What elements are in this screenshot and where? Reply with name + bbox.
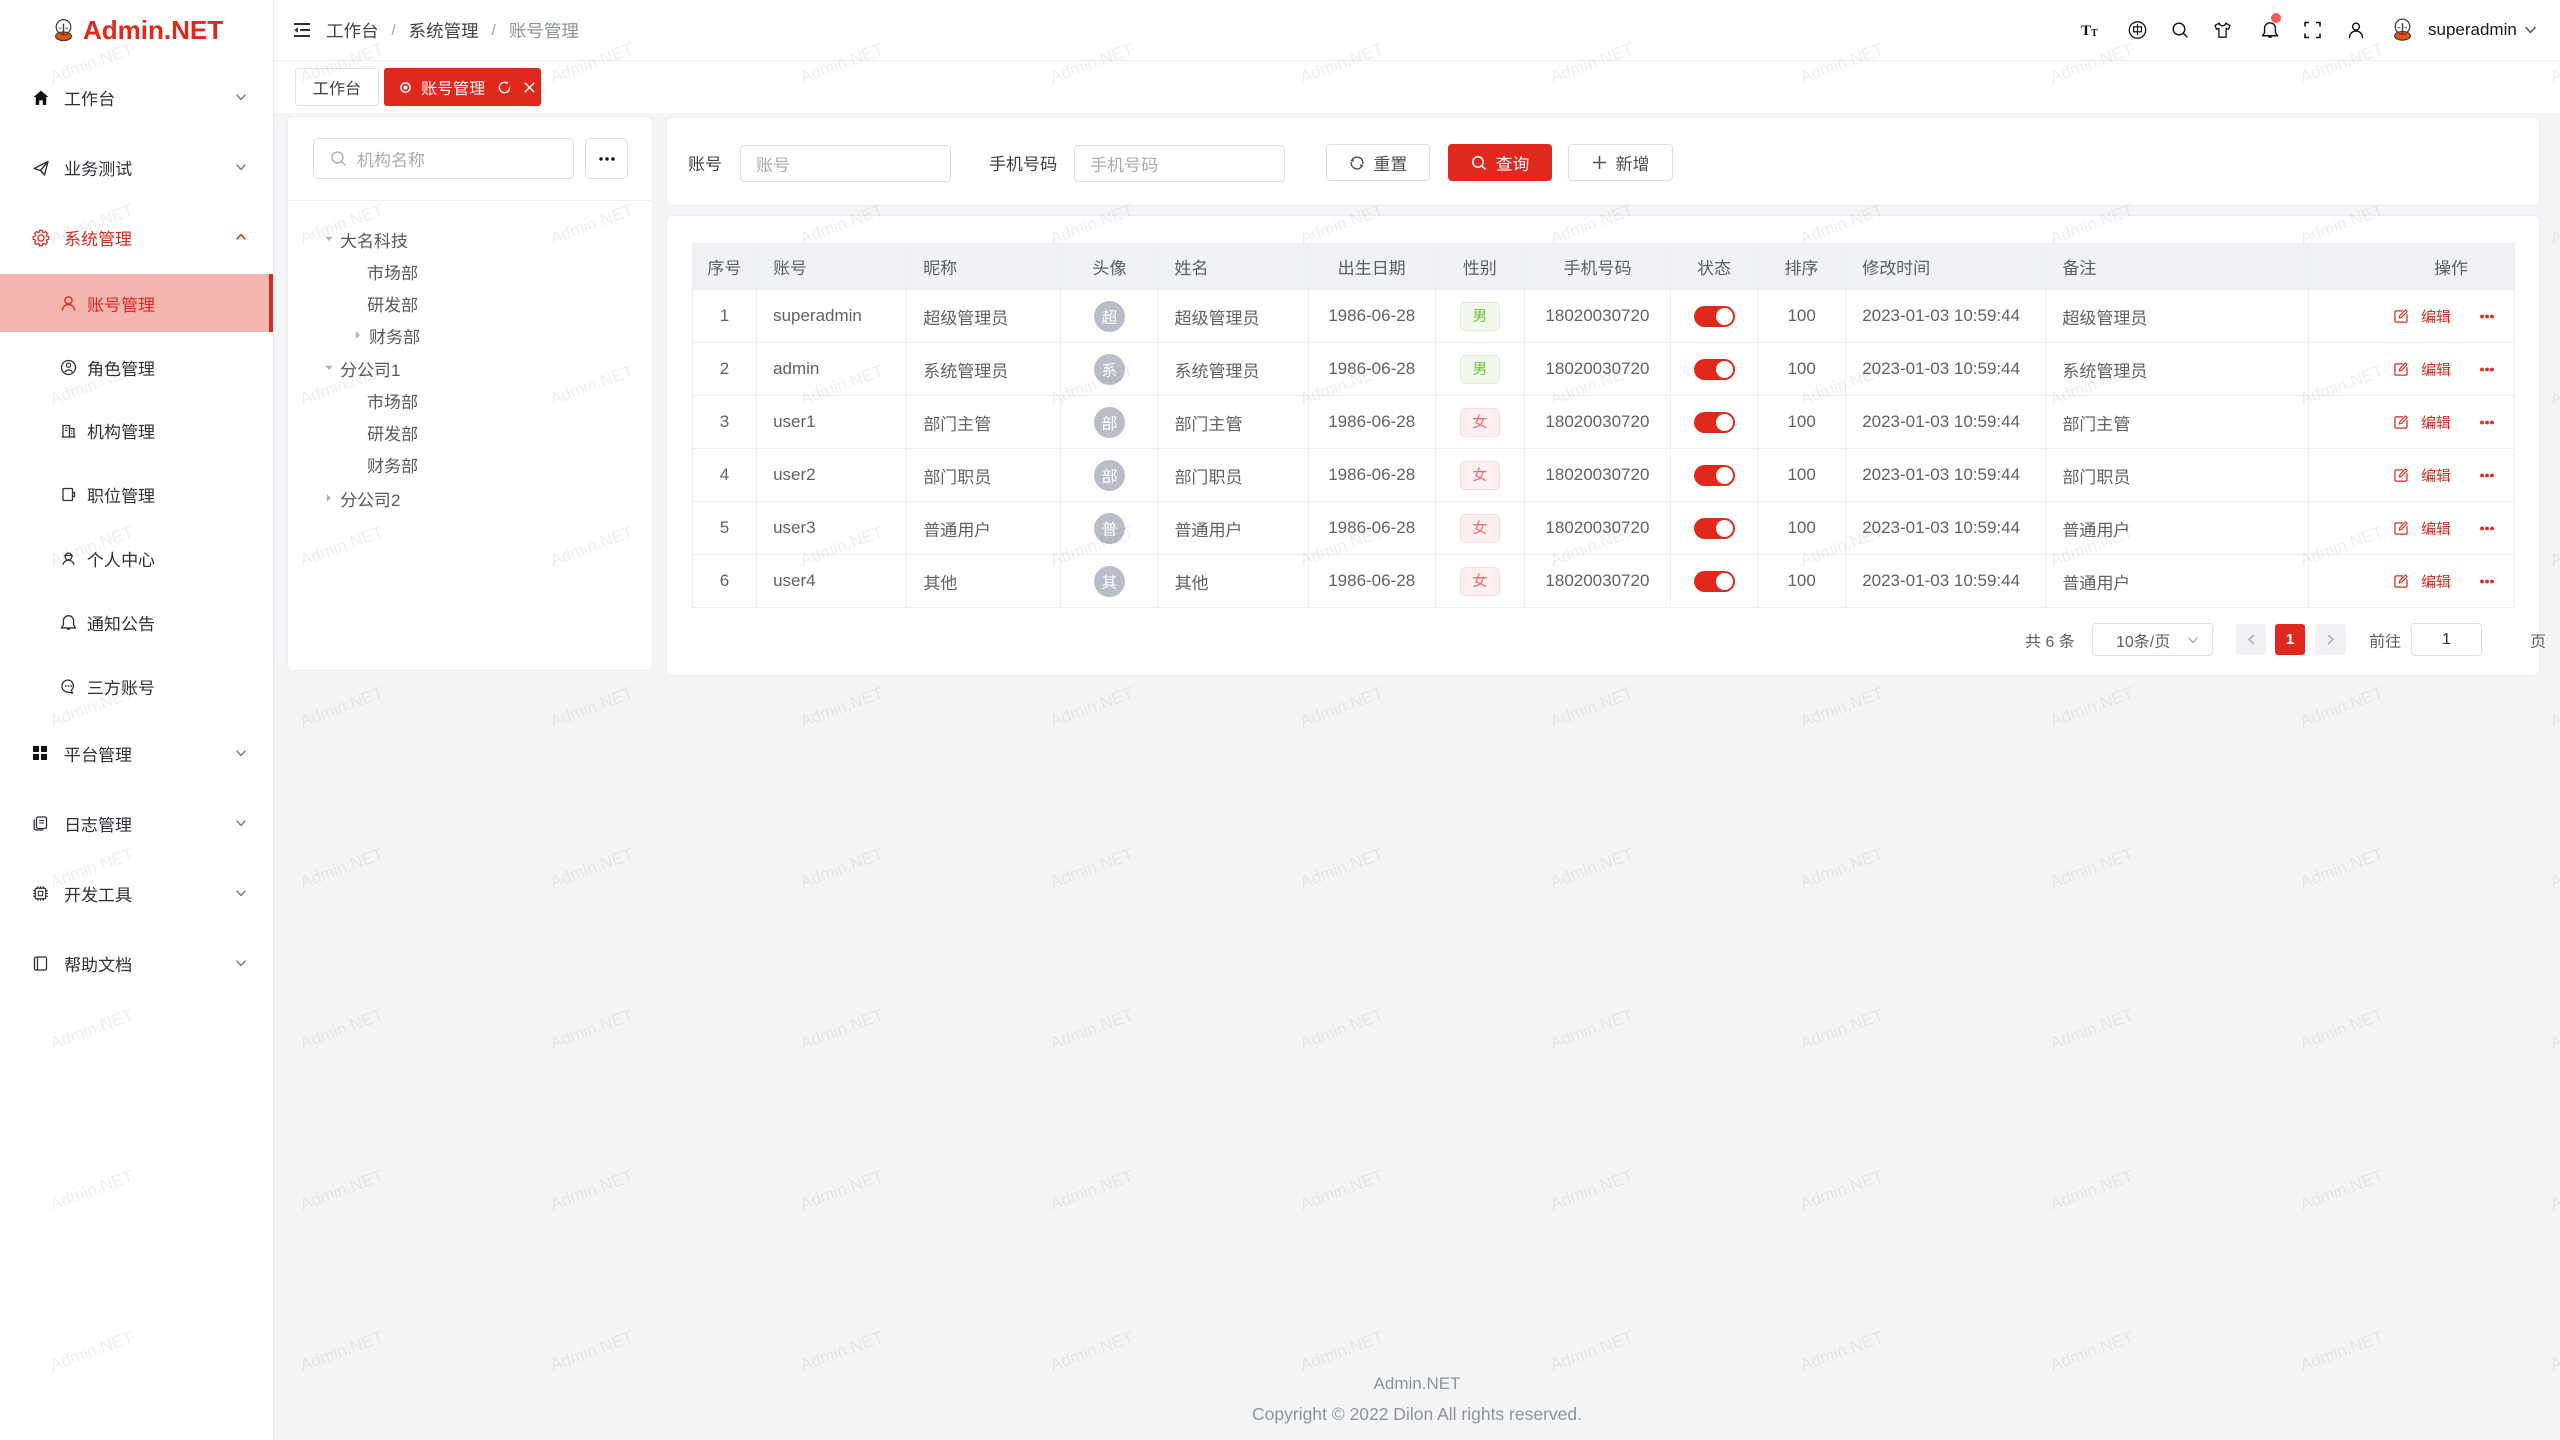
svg-text:T: T: [2081, 23, 2091, 39]
svg-text:T: T: [2091, 28, 2098, 39]
